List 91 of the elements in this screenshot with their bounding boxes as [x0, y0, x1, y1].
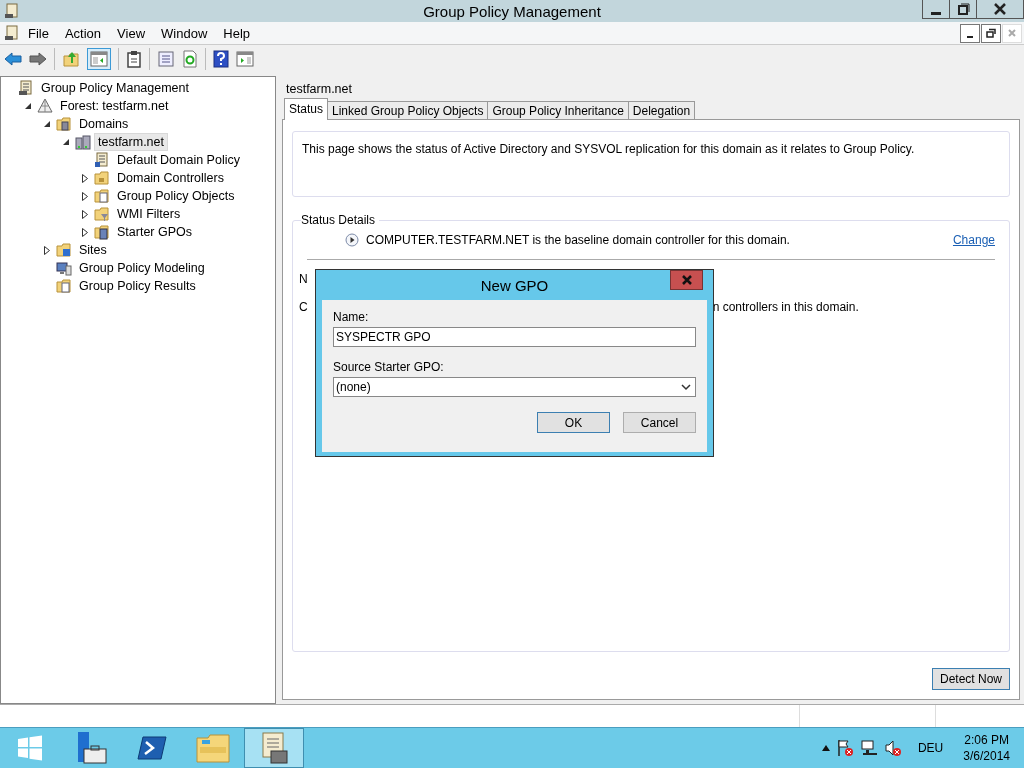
status-text: N: [299, 272, 308, 286]
menu-item[interactable]: Help: [215, 25, 259, 41]
close-icon: [1007, 28, 1017, 38]
back-arrow-icon[interactable]: [4, 51, 22, 67]
folder-icon: [94, 206, 110, 222]
tree-item[interactable]: Group Policy Management: [37, 79, 193, 97]
collapse-arrow-icon[interactable]: [24, 102, 32, 110]
expand-arrow-icon[interactable]: [81, 191, 89, 201]
window-title: Group Policy Management: [422, 3, 602, 20]
forward-arrow-icon[interactable]: [29, 51, 47, 67]
tree-item[interactable]: Default Domain Policy: [113, 151, 244, 169]
pane-header: testfarm.net: [285, 81, 353, 98]
flag-error-icon[interactable]: [835, 739, 854, 757]
scroll-icon: [4, 3, 20, 19]
restore-button[interactable]: [981, 23, 1001, 43]
field-label: Name:: [333, 310, 370, 324]
tree-item[interactable]: Group Policy Modeling: [75, 259, 209, 277]
restore-icon: [956, 3, 970, 15]
baseline-text: COMPUTER.TESTFARM.NET is the baseline domain controller for this domain.: [366, 233, 790, 247]
collapse-arrow-icon[interactable]: [43, 120, 51, 128]
tree-item[interactable]: Group Policy Objects: [113, 187, 239, 205]
folder-icon: [94, 170, 110, 186]
ok-button[interactable]: OK: [537, 412, 610, 433]
source-dropdown[interactable]: (none): [333, 377, 696, 397]
triangle-icon: [37, 98, 53, 114]
clock-date[interactable]: 3/6/2014: [963, 748, 1010, 764]
tab[interactable]: Linked Group Policy Objects: [327, 101, 489, 119]
cancel-button[interactable]: Cancel: [623, 412, 696, 433]
field-label: Source Starter GPO:: [333, 360, 445, 374]
folder-up-icon[interactable]: [62, 50, 80, 68]
tab[interactable]: Group Policy Inheritance: [487, 101, 629, 119]
tree-item[interactable]: Domain Controllers: [113, 169, 228, 187]
restore-icon: [986, 28, 996, 38]
expand-arrow-icon[interactable]: [81, 227, 89, 237]
minimize-button[interactable]: [922, 0, 950, 19]
restore-button[interactable]: [949, 0, 977, 19]
tree-item[interactable]: WMI Filters: [113, 205, 185, 223]
name-field[interactable]: SYSPECTR GPO: [333, 327, 696, 347]
scroll-icon[interactable]: [4, 25, 20, 41]
computer-icon: [56, 260, 72, 276]
status-text: n controllers in this domain.: [712, 300, 859, 314]
clock-time[interactable]: 2:06 PM: [964, 732, 1009, 748]
minimize-button[interactable]: [960, 23, 980, 43]
server-icon: [75, 134, 91, 150]
chevron-down-icon: [681, 383, 691, 391]
folder-icon: [56, 116, 72, 132]
status-text: C: [299, 300, 308, 314]
close-icon: [993, 3, 1007, 15]
folder-icon: [56, 242, 72, 258]
tree-item[interactable]: Forest: testfarm.net: [56, 97, 173, 115]
folder-icon: [56, 278, 72, 294]
expand-arrow-icon[interactable]: [81, 173, 89, 183]
refresh-icon[interactable]: [182, 50, 198, 68]
minimize-icon: [931, 11, 941, 15]
powershell-icon[interactable]: [137, 735, 167, 761]
dialog-title: New GPO: [480, 276, 549, 294]
close-button[interactable]: [976, 0, 1024, 19]
menu-item[interactable]: Window: [153, 25, 216, 41]
console-tree-button[interactable]: [87, 48, 111, 70]
expand-circle-icon[interactable]: [345, 233, 359, 247]
description-text: This page shows the status of Active Directory and SYSVOL replication for this domain as it relates to Group Policy.: [302, 142, 916, 156]
tree-item[interactable]: Domains: [75, 115, 133, 133]
collapse-arrow-icon[interactable]: [62, 138, 70, 146]
group-title: Status Details: [301, 213, 377, 227]
expand-arrow-icon[interactable]: [43, 245, 51, 255]
help-icon[interactable]: [213, 50, 229, 68]
menu-item[interactable]: Action: [56, 25, 110, 41]
folder-icon: [94, 188, 110, 204]
close-icon: [680, 275, 693, 285]
tree-item[interactable]: Sites: [75, 241, 111, 259]
network-icon[interactable]: [859, 739, 878, 757]
folder-icon: [94, 224, 110, 240]
tree-item[interactable]: Starter GPOs: [113, 223, 197, 241]
change-link[interactable]: Change: [952, 233, 995, 247]
taskbar-button[interactable]: [244, 728, 304, 768]
language-indicator[interactable]: DEU: [917, 741, 944, 755]
action-pane-icon[interactable]: [236, 51, 254, 67]
show-hidden-icons-icon[interactable]: [821, 745, 830, 751]
minimize-icon: [967, 36, 973, 38]
scroll-icon: [18, 80, 34, 96]
tab[interactable]: Status: [284, 98, 329, 120]
menu-item[interactable]: View: [109, 25, 154, 41]
speaker-muted-icon[interactable]: [883, 739, 902, 757]
detect-now-button[interactable]: Detect Now: [931, 668, 1010, 690]
tree-item[interactable]: testfarm.net: [94, 133, 168, 151]
scroll-icon: [94, 152, 110, 168]
tree-item[interactable]: Group Policy Results: [75, 277, 200, 295]
menu-item[interactable]: File: [20, 25, 57, 41]
clipboard-icon[interactable]: [126, 50, 142, 68]
expand-arrow-icon[interactable]: [81, 209, 89, 219]
tab[interactable]: Delegation: [627, 101, 696, 119]
